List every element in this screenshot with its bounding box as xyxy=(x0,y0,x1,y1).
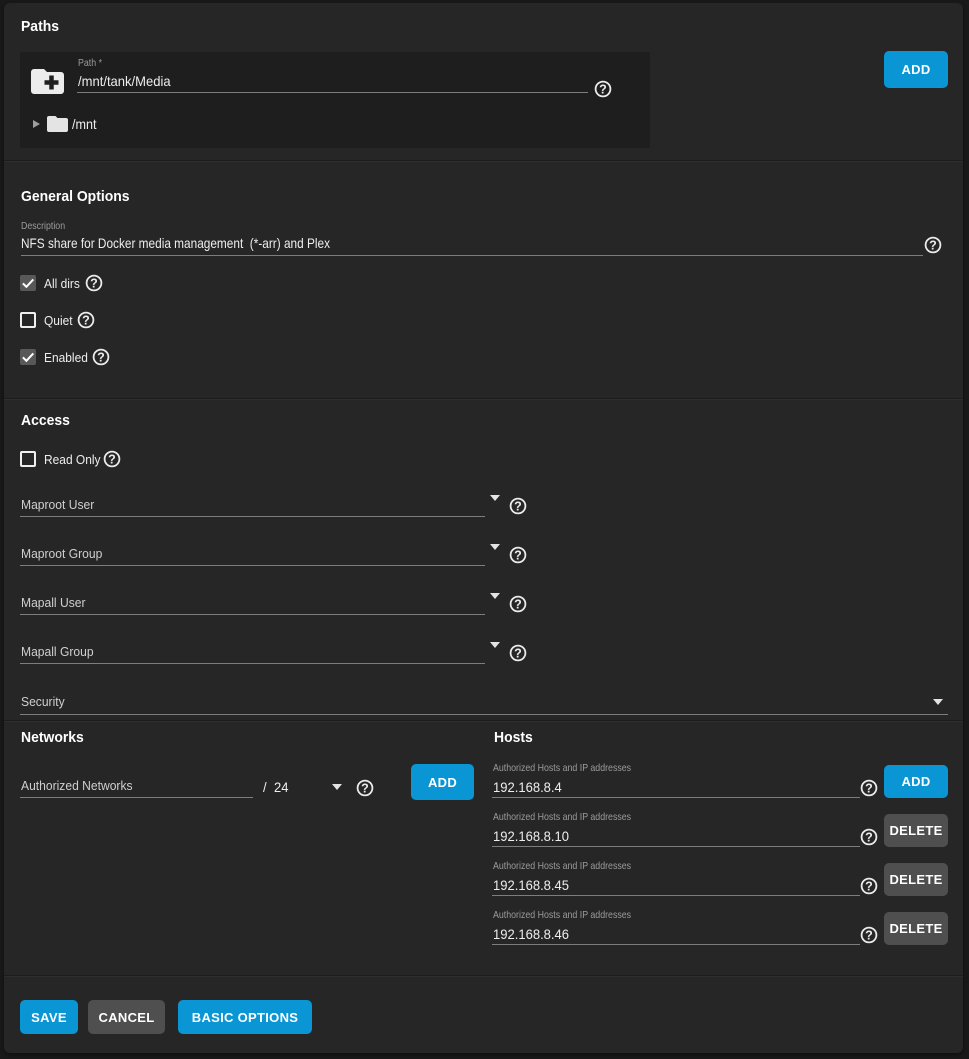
svg-text:?: ? xyxy=(90,277,98,291)
svg-text:?: ? xyxy=(865,782,873,796)
svg-text:?: ? xyxy=(97,351,105,365)
svg-text:?: ? xyxy=(514,500,522,514)
svg-text:?: ? xyxy=(865,929,873,943)
svg-text:?: ? xyxy=(929,239,937,253)
svg-text:?: ? xyxy=(865,831,873,845)
svg-text:?: ? xyxy=(514,598,522,612)
svg-text:?: ? xyxy=(865,880,873,894)
svg-text:?: ? xyxy=(599,83,607,97)
svg-text:?: ? xyxy=(108,453,116,467)
svg-text:?: ? xyxy=(361,782,369,796)
svg-text:?: ? xyxy=(514,647,522,661)
svg-text:?: ? xyxy=(514,549,522,563)
svg-text:?: ? xyxy=(82,314,90,328)
